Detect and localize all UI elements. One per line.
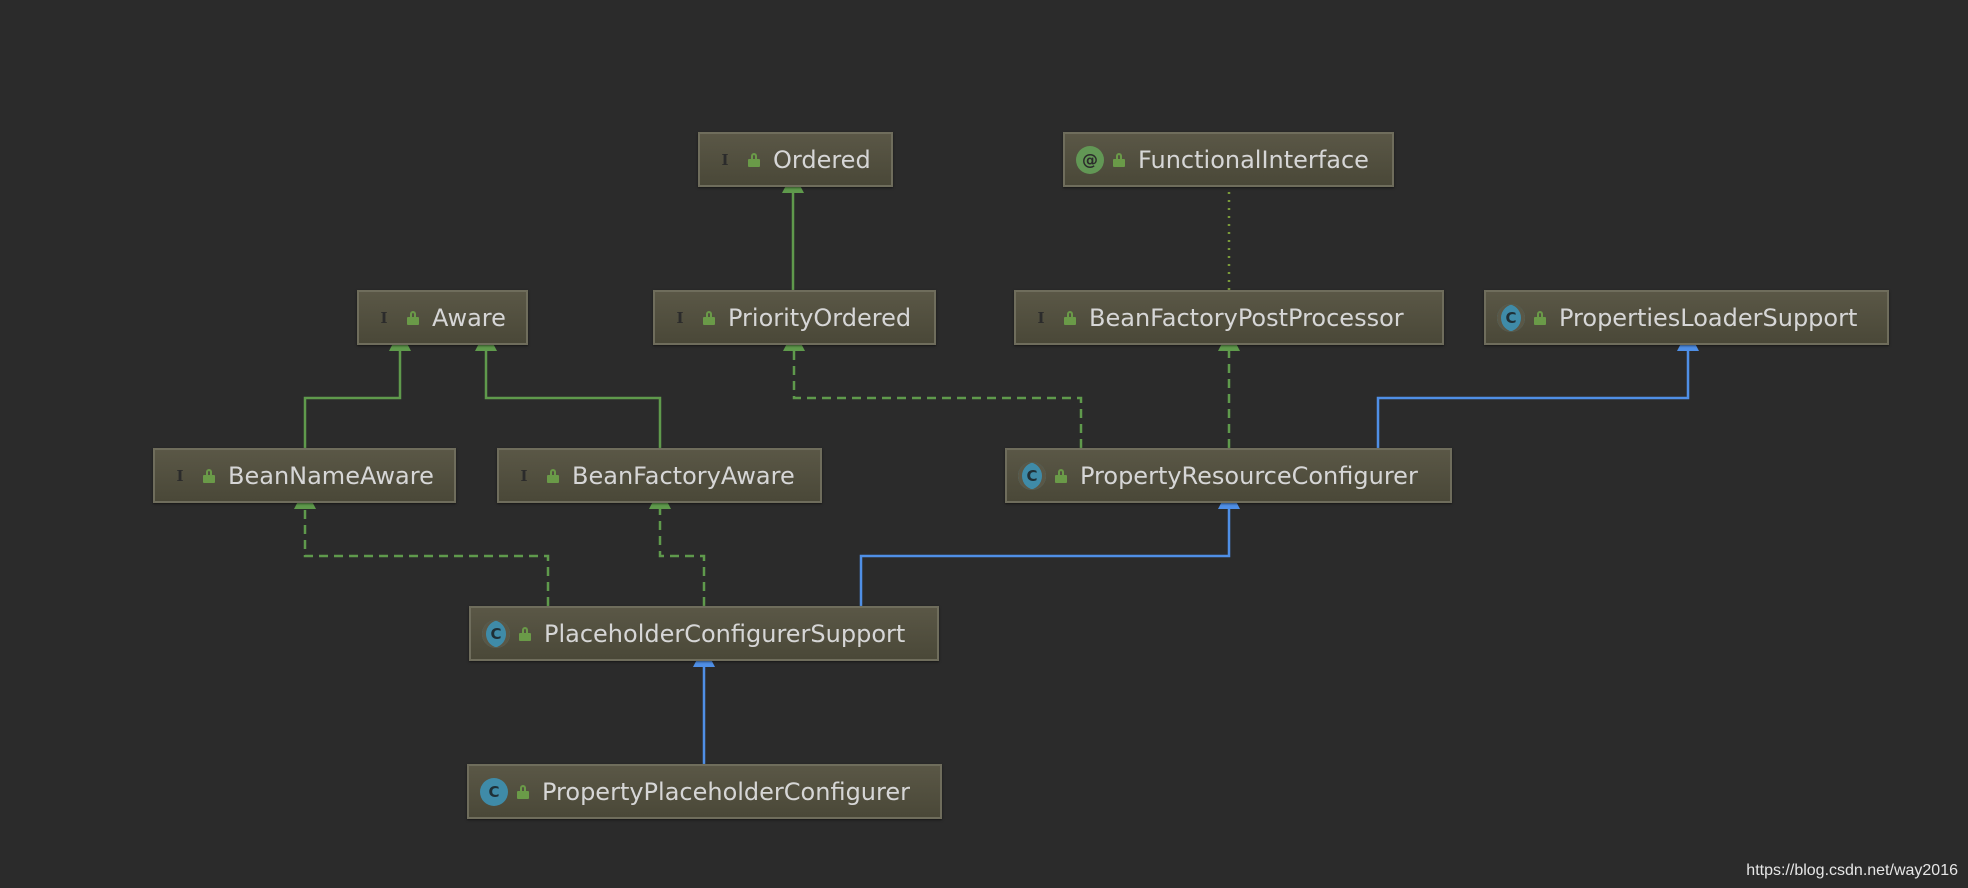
edge-property-resource-configurer-to-priority-ordered [783, 330, 1083, 448]
node-label: Aware [432, 303, 506, 332]
edge-line [484, 351, 662, 448]
class-icon: C [480, 777, 508, 806]
public-visibility-icon [519, 626, 531, 641]
edge-line [859, 509, 1231, 606]
node-properties-loader-support[interactable]: C PropertiesLoaderSupport [1484, 290, 1889, 345]
node-label: PropertyResourceConfigurer [1080, 461, 1418, 490]
node-label: PropertiesLoaderSupport [1559, 303, 1858, 332]
uml-class-diagram: I Ordered @ FunctionalInterface I Aware … [0, 0, 1968, 888]
edge-property-resource-configurer-to-properties-loader-support [1376, 330, 1699, 448]
edge-placeholder-configurer-support-to-bean-factory-aware [649, 488, 706, 606]
node-label: BeanNameAware [228, 461, 434, 490]
interface-icon: I [520, 466, 528, 485]
public-visibility-icon [703, 310, 715, 325]
edge-line [658, 509, 706, 606]
interface-icon: I [676, 308, 684, 327]
interface-icon: I [176, 466, 184, 485]
abstract-class-icon: C [482, 619, 510, 648]
public-visibility-icon [203, 468, 215, 483]
node-bean-factory-post-processor[interactable]: I BeanFactoryPostProcessor [1014, 290, 1444, 345]
interface-icon: I [380, 308, 388, 327]
edge-property-resource-configurer-to-bean-factory-post-processor [1218, 330, 1240, 448]
edge-bean-factory-aware-to-aware [475, 330, 662, 448]
annotation-icon: @ [1076, 145, 1104, 174]
node-placeholder-configurer-support[interactable]: C PlaceholderConfigurerSupport [469, 606, 939, 661]
node-property-placeholder-configurer[interactable]: C PropertyPlaceholderConfigurer [467, 764, 942, 819]
public-visibility-icon [517, 784, 529, 799]
public-visibility-icon [407, 310, 419, 325]
abstract-class-icon: C [1018, 461, 1046, 490]
node-priority-ordered[interactable]: I PriorityOrdered [653, 290, 936, 345]
interface-icon: I [1037, 308, 1045, 327]
edge-placeholder-configurer-support-to-property-resource-configurer [859, 488, 1240, 606]
public-visibility-icon [1113, 152, 1125, 167]
public-visibility-icon [1534, 310, 1546, 325]
public-visibility-icon [1055, 468, 1067, 483]
public-visibility-icon [748, 152, 760, 167]
node-label: PlaceholderConfigurerSupport [544, 619, 906, 648]
abstract-class-icon: C [1497, 303, 1525, 332]
node-bean-name-aware[interactable]: I BeanNameAware [153, 448, 456, 503]
node-ordered[interactable]: I Ordered [698, 132, 893, 187]
edge-placeholder-configurer-support-to-bean-name-aware [294, 488, 550, 606]
diagram-edges [294, 172, 1699, 764]
node-label: BeanFactoryPostProcessor [1089, 303, 1404, 332]
node-label: Ordered [773, 145, 871, 174]
public-visibility-icon [547, 468, 559, 483]
node-aware[interactable]: I Aware [357, 290, 528, 345]
node-functional-interface[interactable]: @ FunctionalInterface [1063, 132, 1394, 187]
public-visibility-icon [1064, 310, 1076, 325]
node-label: PropertyPlaceholderConfigurer [542, 777, 910, 806]
watermark: https://blog.csdn.net/way2016 [1746, 862, 1958, 879]
node-label: FunctionalInterface [1138, 145, 1369, 174]
node-label: BeanFactoryAware [572, 461, 795, 490]
edge-line [1376, 351, 1690, 448]
edge-line [303, 351, 402, 448]
edge-priority-ordered-to-ordered [782, 172, 804, 290]
node-label: PriorityOrdered [728, 303, 912, 332]
edge-line [792, 351, 1083, 448]
interface-icon: I [721, 150, 729, 169]
node-property-resource-configurer[interactable]: C PropertyResourceConfigurer [1005, 448, 1452, 503]
edge-line [303, 509, 550, 606]
edge-bean-name-aware-to-aware [303, 330, 411, 448]
node-bean-factory-aware[interactable]: I BeanFactoryAware [497, 448, 822, 503]
edge-property-placeholder-configurer-to-placeholder-configurer-support [693, 646, 715, 764]
